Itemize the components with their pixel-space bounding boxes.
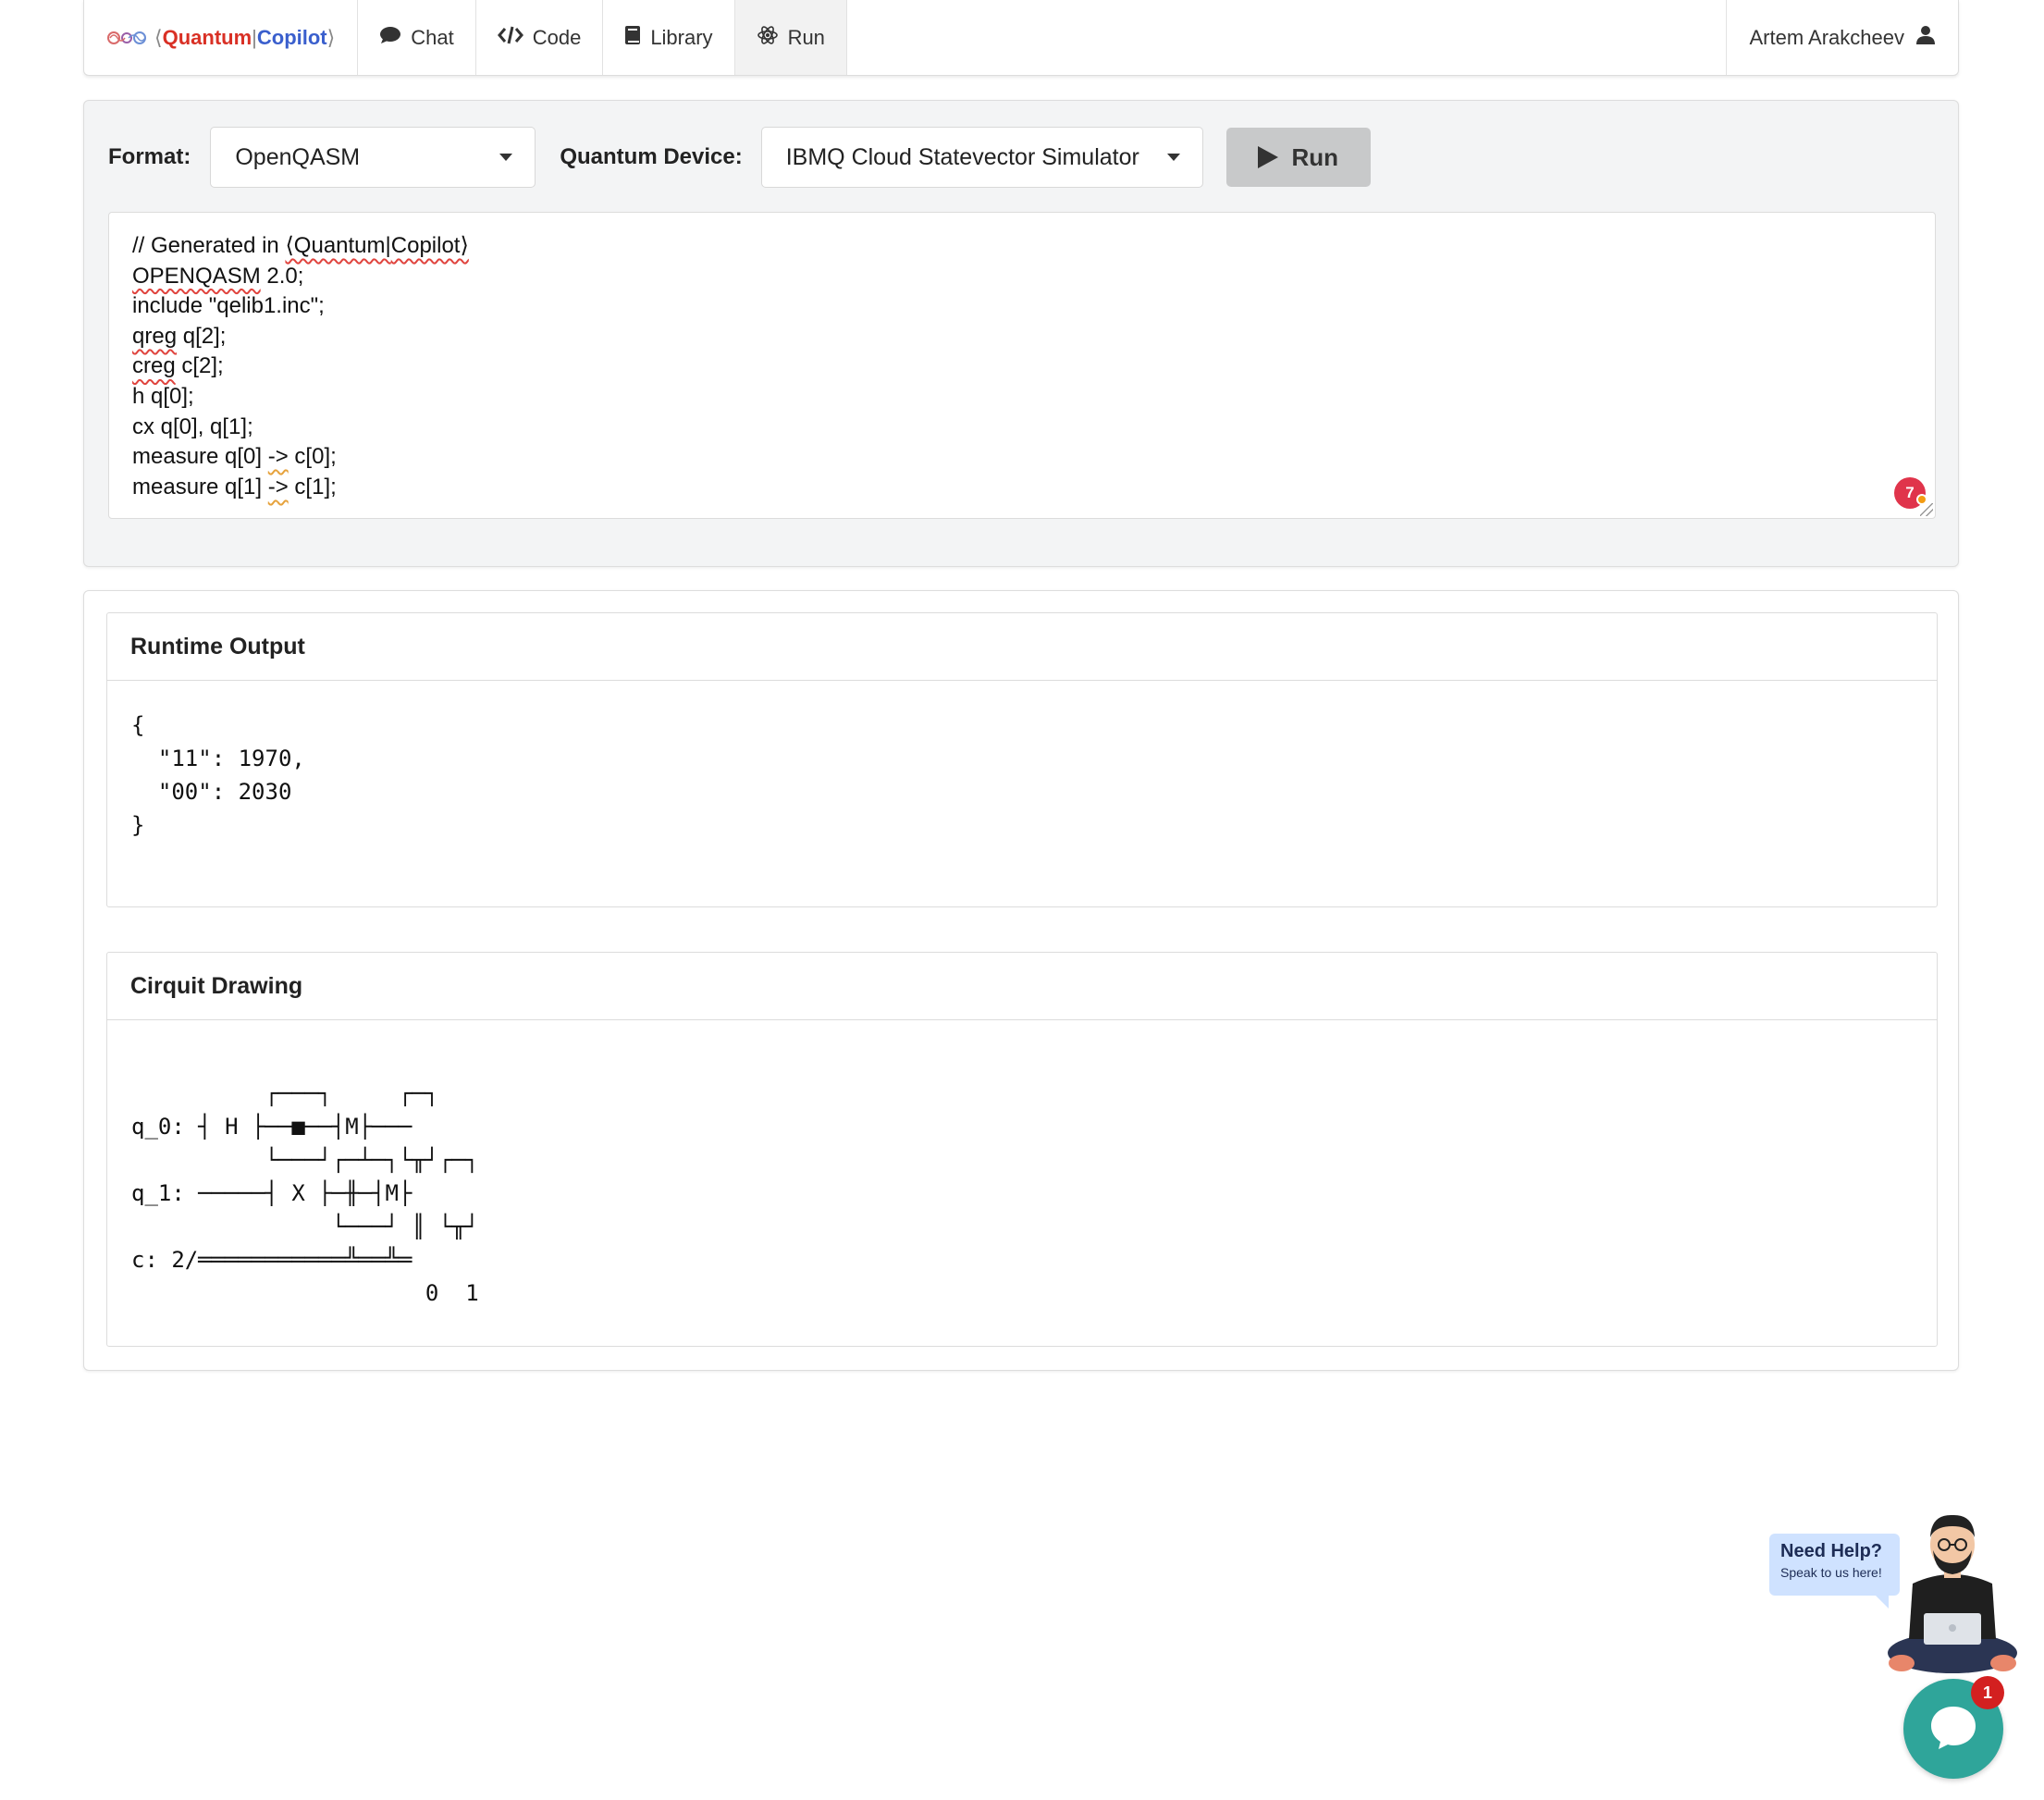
chat-bubble-icon — [1927, 1701, 1979, 1757]
code-line-9: measure q[1] -> c[1]; — [132, 474, 337, 499]
runtime-output-text: { "11": 1970, "00": 2030 } — [131, 712, 305, 838]
code-line-4: qreg q[2]; — [132, 323, 227, 349]
resize-handle-icon[interactable] — [1920, 503, 1933, 516]
comment-icon — [379, 26, 401, 50]
code-line-8: measure q[0] -> c[0]; — [132, 444, 337, 470]
code-line-2: OPENQASM 2.0; — [132, 263, 304, 289]
brand-bracket-close: ⟩ — [326, 25, 336, 49]
atom-icon — [757, 24, 779, 52]
brand-home-link[interactable]: ⟨Quantum|Copilot⟩ — [84, 0, 359, 75]
grammar-error-count: 7 — [1905, 483, 1915, 501]
chevron-down-icon — [499, 154, 513, 161]
circuit-drawing-title: Cirquit Drawing — [107, 953, 1937, 1020]
play-icon — [1258, 146, 1279, 168]
runtime-output-title: Runtime Output — [107, 613, 1937, 681]
help-subtitle: Speak to us here! — [1780, 1565, 1882, 1580]
help-title: Need Help? — [1780, 1541, 1883, 1561]
format-select-value: OpenQASM — [235, 143, 361, 170]
chat-notification-badge: 1 — [1971, 1676, 2004, 1709]
results-panel: Runtime Output { "11": 1970, "00": 2030 … — [83, 590, 1959, 1371]
nav-tab-library-label: Library — [650, 25, 713, 49]
nav-tab-run-label: Run — [787, 25, 825, 49]
chat-notification-count: 1 — [1982, 1683, 1992, 1702]
nav-tab-code[interactable]: Code — [476, 0, 604, 75]
circuit-drawing-card: Cirquit Drawing ┌───┐ ┌─┐ q_0: ┤ H ├──■─… — [106, 952, 1938, 1347]
format-select[interactable]: OpenQASM — [210, 127, 536, 188]
code-icon — [497, 26, 523, 50]
nav-tab-code-label: Code — [532, 25, 582, 49]
chevron-down-icon — [1166, 154, 1180, 161]
device-select[interactable]: IBMQ Cloud Statevector Simulator — [760, 127, 1203, 188]
code-line-1: // Generated in ⟨Quantum|Copilot⟩ — [132, 233, 469, 258]
run-config-panel: Format: OpenQASM Quantum Device: IBMQ Cl… — [83, 100, 1959, 567]
run-toolbar: Format: OpenQASM Quantum Device: IBMQ Cl… — [108, 127, 1371, 188]
brand-bracket-open: ⟨ — [154, 25, 163, 49]
user-name: Artem Arakcheev — [1749, 25, 1904, 49]
code-line-7: cx q[0], q[1]; — [132, 413, 253, 439]
circuit-drawing-text: ┌───┐ ┌─┐ q_0: ┤ H ├──■──┤M├─── └───┘┌─┴… — [131, 1080, 479, 1306]
brand-quantum: Quantum — [162, 25, 252, 49]
runtime-output-card: Runtime Output { "11": 1970, "00": 2030 … — [106, 612, 1938, 907]
code-line-6: h q[0]; — [132, 383, 194, 409]
device-label: Quantum Device: — [560, 144, 743, 169]
user-menu[interactable]: Artem Arakcheev — [1726, 0, 1958, 75]
support-agent-avatar-icon[interactable] — [1883, 1510, 2022, 1685]
code-editor[interactable]: // Generated in ⟨Quantum|Copilot⟩ OPENQA… — [108, 212, 1936, 519]
format-label: Format: — [108, 144, 191, 169]
run-button[interactable]: Run — [1225, 128, 1371, 187]
nav-tab-run[interactable]: Run — [734, 0, 847, 75]
code-line-3: include "qelib1.inc"; — [132, 293, 325, 319]
nav-tab-chat-label: Chat — [411, 25, 454, 49]
help-bubble[interactable]: Need Help? Speak to us here! — [1769, 1534, 1900, 1609]
user-icon — [1915, 25, 1936, 51]
nav-tab-chat[interactable]: Chat — [358, 0, 476, 75]
top-navbar: ⟨Quantum|Copilot⟩ Chat Code Library Run … — [83, 0, 1959, 76]
run-button-label: Run — [1291, 142, 1338, 171]
device-select-value: IBMQ Cloud Statevector Simulator — [785, 143, 1139, 170]
nav-tab-library[interactable]: Library — [603, 0, 735, 75]
brain-logo-icon — [106, 28, 147, 48]
book-icon — [624, 25, 641, 51]
code-line-5: creg c[2]; — [132, 353, 224, 379]
brand-copilot: Copilot — [256, 25, 327, 49]
